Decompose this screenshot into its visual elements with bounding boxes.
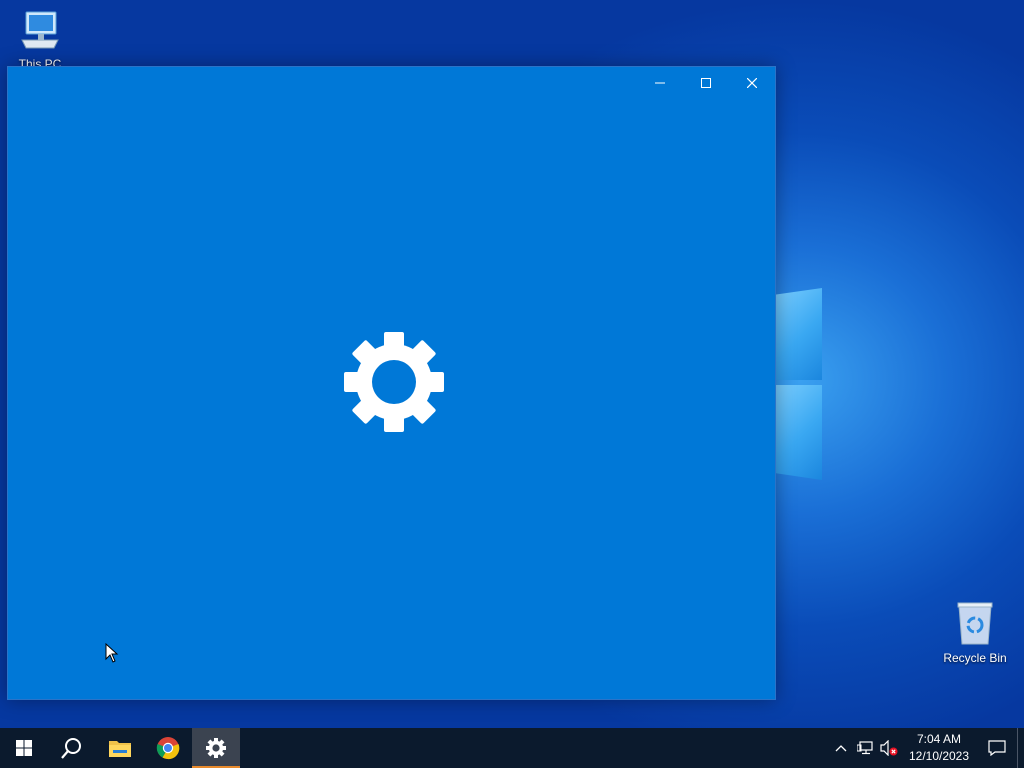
desktop-icon-this-pc[interactable]: This PC <box>2 8 78 71</box>
volume-muted-icon <box>880 740 898 756</box>
network-button[interactable] <box>853 728 877 768</box>
settings-taskbar-button[interactable] <box>192 728 240 768</box>
minimize-icon <box>655 82 665 84</box>
network-icon <box>857 741 873 755</box>
clock-date: 12/10/2023 <box>908 749 970 763</box>
window-controls <box>637 67 775 99</box>
notification-icon <box>988 740 1006 756</box>
chevron-up-icon <box>835 745 847 752</box>
search-icon <box>61 738 81 759</box>
show-hidden-icons-button[interactable] <box>829 728 853 768</box>
chrome-icon <box>156 737 180 760</box>
chrome-button[interactable] <box>144 728 192 768</box>
taskbar: 7:04 AM 12/10/2023 <box>0 728 1024 768</box>
close-button[interactable] <box>729 67 775 99</box>
clock[interactable]: 7:04 AM 12/10/2023 <box>905 731 973 765</box>
windows-logo-icon <box>16 740 32 756</box>
folder-icon <box>109 741 131 757</box>
maximize-icon <box>701 78 711 88</box>
gear-icon <box>206 738 226 758</box>
desktop-icon-label: Recycle Bin <box>943 651 1007 665</box>
search-button[interactable] <box>48 728 96 768</box>
action-center-button[interactable] <box>977 728 1017 768</box>
gear-icon <box>344 332 444 432</box>
volume-button[interactable] <box>877 728 901 768</box>
mouse-cursor-icon <box>105 643 119 663</box>
minimize-button[interactable] <box>637 67 683 99</box>
file-explorer-button[interactable] <box>96 728 144 768</box>
close-icon <box>747 78 757 88</box>
windows-logo-wallpaper <box>770 288 824 482</box>
settings-window[interactable] <box>7 66 776 700</box>
start-button[interactable] <box>0 728 48 768</box>
clock-time: 7:04 AM <box>916 732 962 746</box>
maximize-button[interactable] <box>683 67 729 99</box>
desktop: This PC Recycle Bin <box>0 0 1024 728</box>
system-tray: 7:04 AM 12/10/2023 <box>829 728 1024 768</box>
desktop-icon-recycle-bin[interactable]: Recycle Bin <box>937 600 1013 665</box>
recycle-bin-icon <box>957 602 993 645</box>
computer-icon <box>21 11 59 49</box>
show-desktop-button[interactable] <box>1017 728 1024 768</box>
